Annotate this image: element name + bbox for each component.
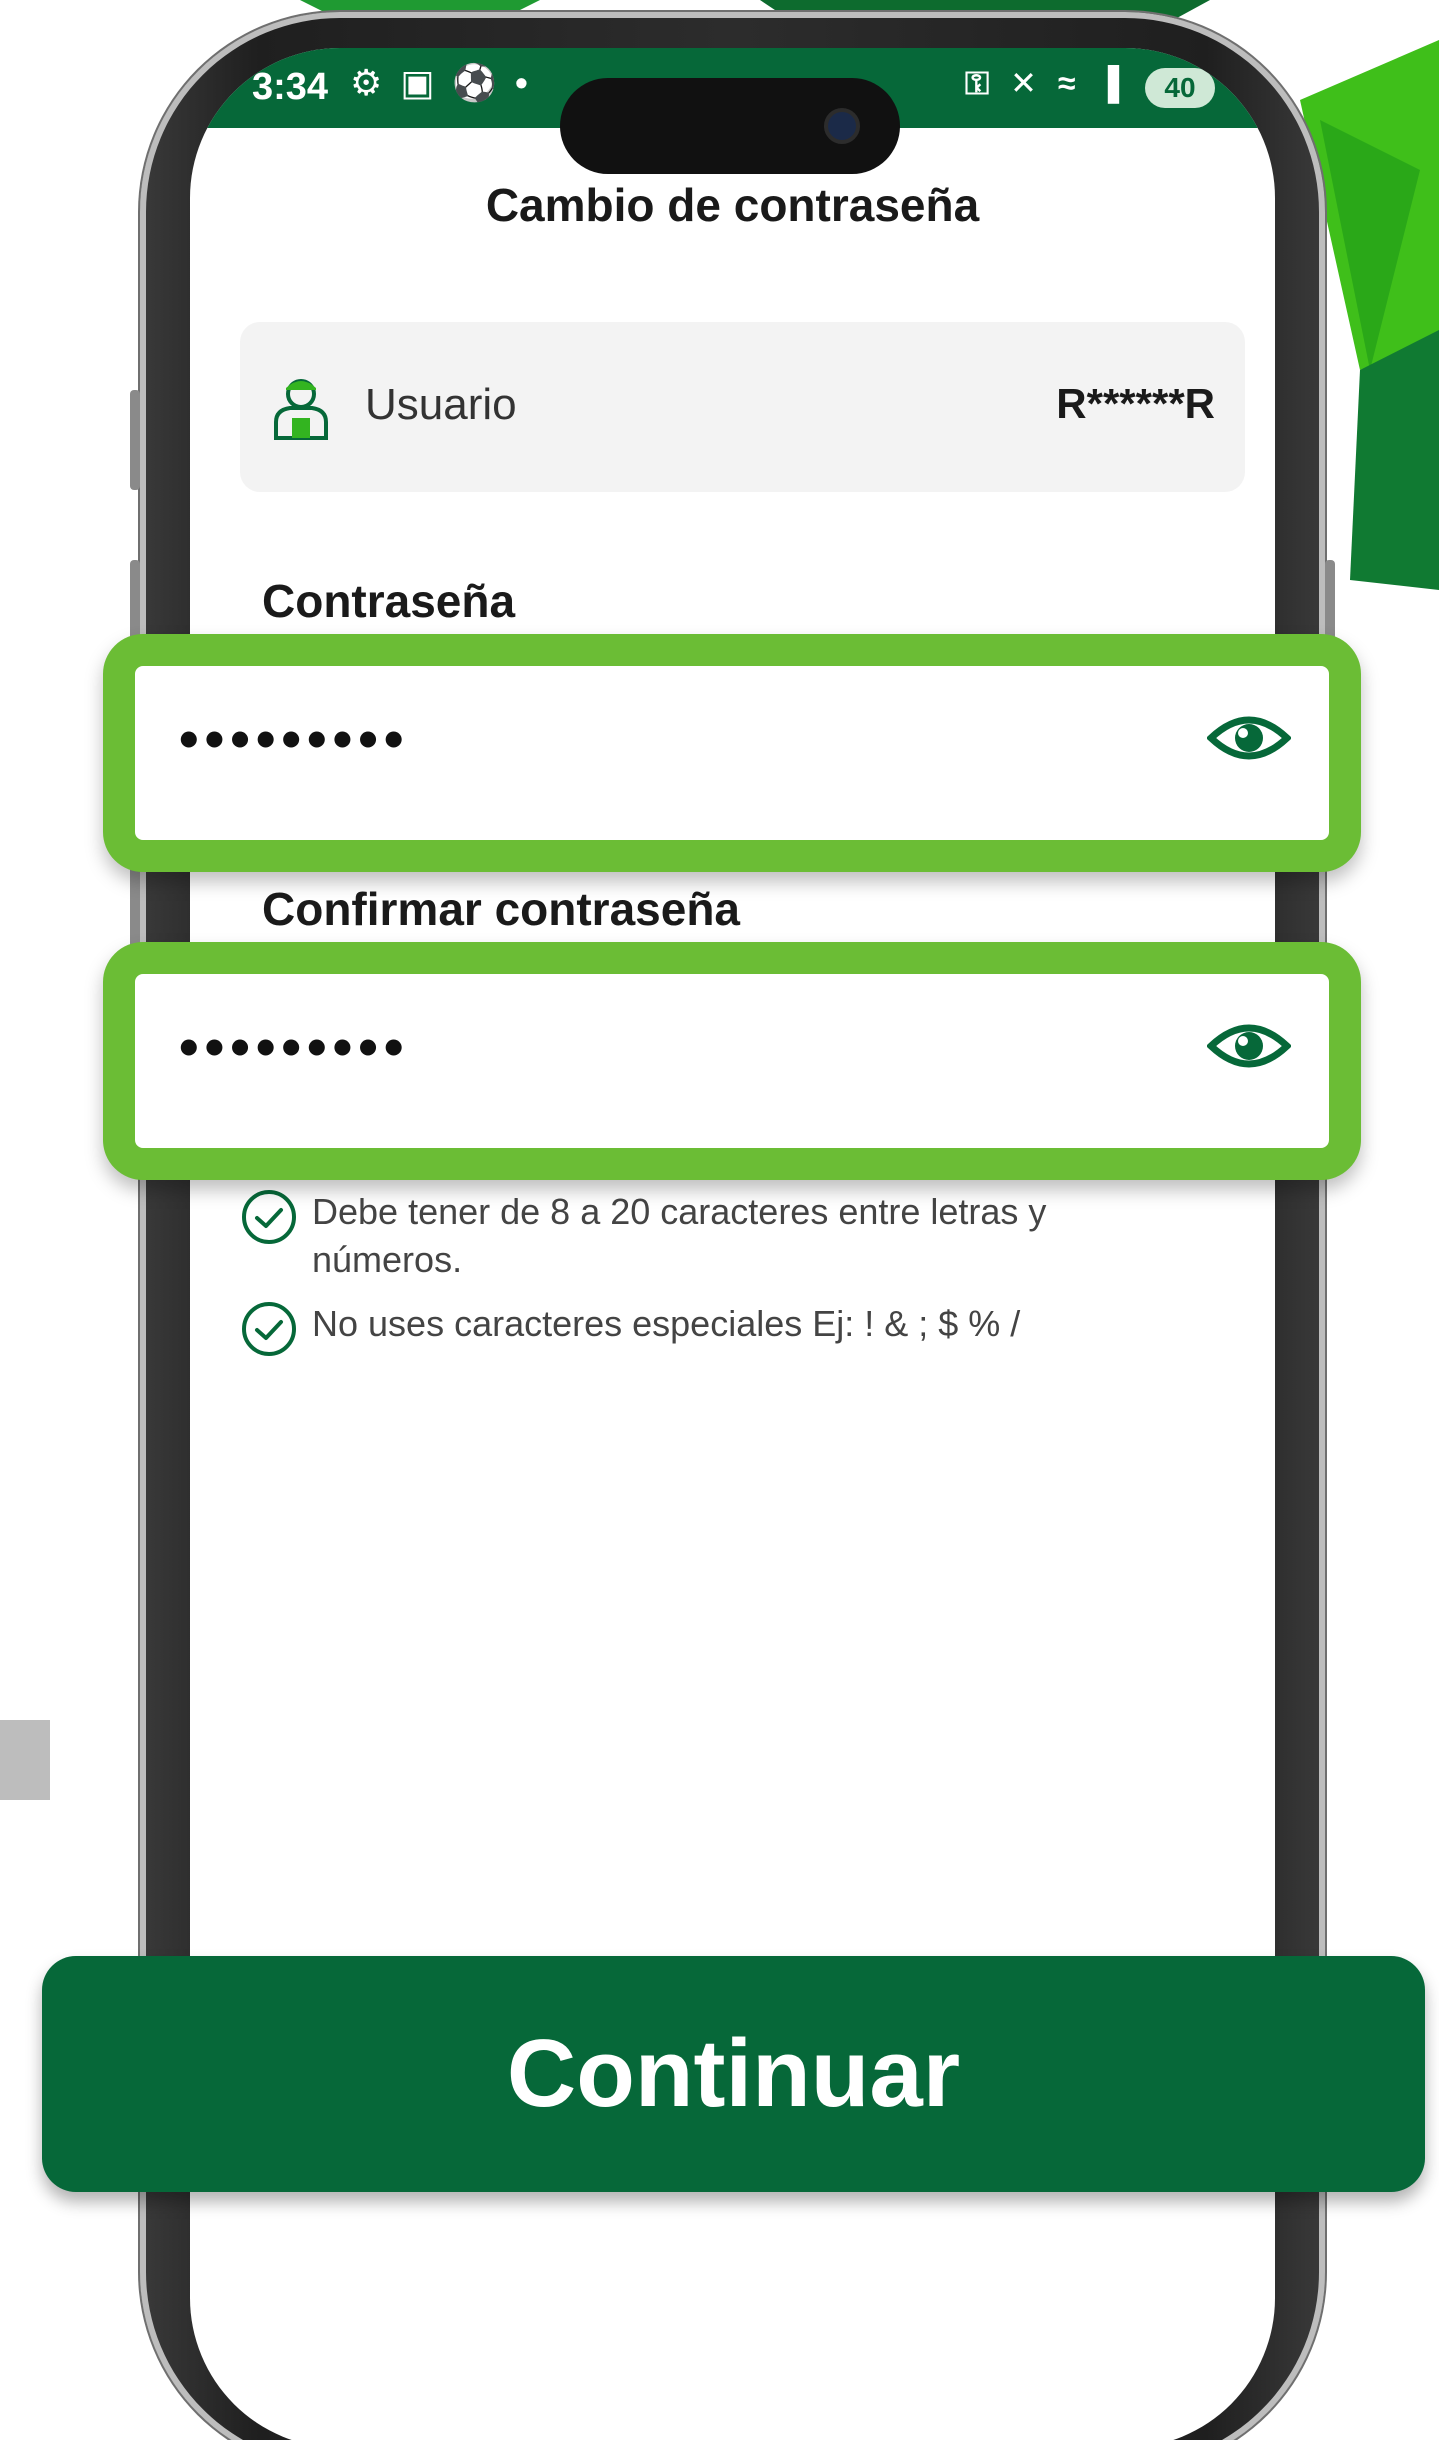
rule-line: Debe tener de 8 a 20 caracteres entre le… xyxy=(312,1191,1047,1232)
status-time: 3:34 xyxy=(252,66,329,108)
password-input[interactable]: ••••••••• xyxy=(103,634,1361,872)
user-value: R******R xyxy=(1056,380,1215,427)
user-label: Usuario xyxy=(365,380,517,429)
dynamic-island xyxy=(560,78,900,174)
continue-button[interactable]: Continuar xyxy=(42,1956,1425,2192)
camera-icon xyxy=(824,108,860,144)
phone-side-button xyxy=(130,390,140,490)
battery-indicator: 40 xyxy=(1145,68,1215,108)
rule-line: números. xyxy=(312,1239,463,1280)
eye-icon[interactable] xyxy=(1207,1016,1291,1076)
user-icon xyxy=(274,379,328,440)
rule-text: Debe tener de 8 a 20 caracteres entre le… xyxy=(312,1188,1046,1284)
rule-text: No uses caracteres especiales Ej: ! & ; … xyxy=(312,1300,1020,1348)
check-circle-icon xyxy=(242,1190,296,1244)
page-canvas: 3:34 ⚙ ▣ ⚽ • ⚿ ✕ ≈ ▐ 40 Cambio de contra… xyxy=(0,0,1439,2440)
page-title: Cambio de contraseña xyxy=(485,179,980,231)
status-system-icons: ⚿ ✕ ≈ ▐ xyxy=(964,65,1125,101)
user-card: Usuario R******R xyxy=(240,322,1245,492)
confirm-password-label: Confirmar contraseña xyxy=(262,883,741,935)
confirm-password-value: ••••••••• xyxy=(179,1015,410,1078)
confirm-password-input[interactable]: ••••••••• xyxy=(103,942,1361,1180)
password-value: ••••••••• xyxy=(179,707,410,770)
check-circle-icon xyxy=(242,1302,296,1356)
rule-line: No uses caracteres especiales Ej: ! & ; … xyxy=(312,1303,1021,1344)
status-notification-icons: ⚙ ▣ ⚽ • xyxy=(350,62,532,103)
eye-icon[interactable] xyxy=(1207,708,1291,768)
password-label: Contraseña xyxy=(262,575,516,627)
